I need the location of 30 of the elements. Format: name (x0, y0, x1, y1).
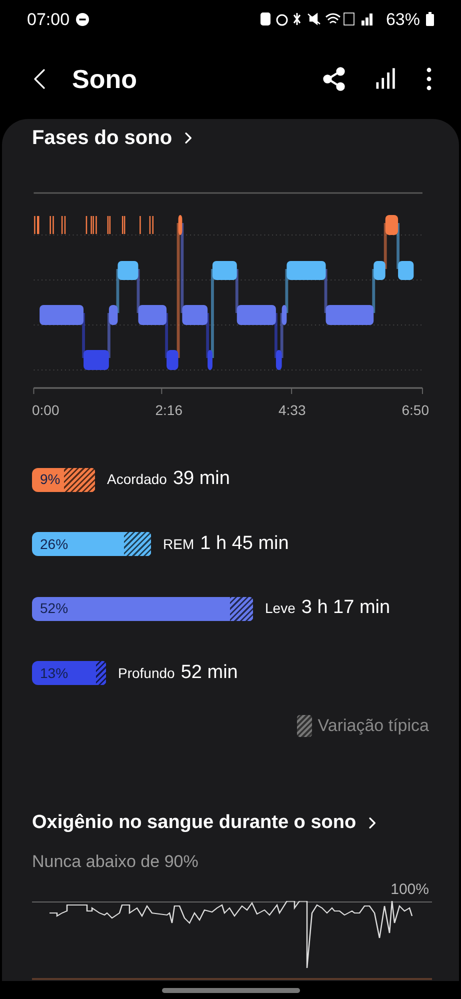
time-axis-label: 6:50 (402, 401, 429, 420)
hatch-legend-icon (296, 715, 312, 738)
share-button[interactable] (321, 66, 347, 92)
battery-icon (426, 12, 434, 26)
time-axis-label: 2:16 (155, 401, 182, 420)
stage-duration: 39 min (172, 467, 230, 492)
stage-percent: 13% (40, 664, 68, 683)
time-axis-label: 0:00 (32, 401, 60, 420)
status-time: 07:00 (27, 8, 70, 31)
home-indicator[interactable] (162, 988, 300, 993)
stage-duration: 1 h 45 min (200, 532, 289, 556)
time-axis-label: 4:33 (278, 401, 306, 420)
sleep-phases-link[interactable]: Fases do sono (32, 123, 196, 154)
stage-percent: 26% (40, 534, 68, 554)
do-not-disturb-icon (76, 12, 89, 26)
more-options-button[interactable] (425, 67, 433, 92)
oxygen-subtitle: Nunca abaixo de 90% (32, 851, 200, 874)
oxygen-max-label: 100% (390, 880, 429, 900)
stage-duration: 3 h 17 min (301, 596, 390, 620)
stage-name: Profundo (118, 664, 175, 683)
stage-name: Leve (265, 599, 296, 618)
blood-oxygen-link[interactable]: Oxigênio no sangue durante o sono (32, 808, 380, 838)
stage-name: Acordado (107, 470, 167, 490)
page-title: Sono (72, 62, 137, 96)
stage-percent: 52% (40, 599, 68, 618)
stage-name: REM (163, 534, 194, 554)
battery-percent: 63% (386, 8, 420, 31)
stage-duration: 52 min (180, 660, 238, 685)
stage-percent: 9% (40, 470, 60, 490)
legend-label: Variação típica (318, 715, 429, 738)
